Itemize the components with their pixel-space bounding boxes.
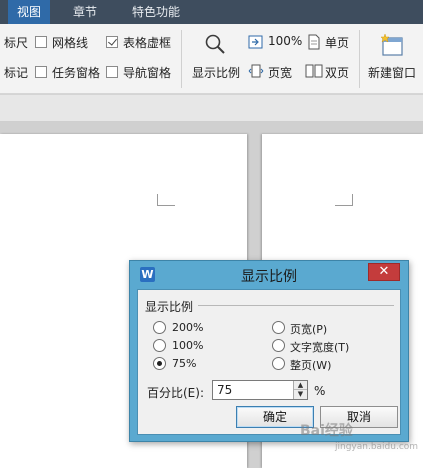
new-window-icon[interactable] — [379, 32, 405, 58]
two-page-label[interactable]: 双页 — [325, 64, 349, 81]
radio-whole-page-label[interactable]: 整页(W) — [290, 357, 331, 373]
ribbon-tab-bar: 视图 章节 特色功能 — [0, 0, 423, 24]
radio-75[interactable] — [153, 357, 166, 370]
ribbon-separator — [359, 30, 360, 88]
radio-75-label[interactable]: 75% — [172, 357, 196, 370]
percent-label: 百分比(E): — [147, 386, 204, 400]
radio-200[interactable] — [153, 321, 166, 334]
toolbar-strip — [0, 95, 423, 122]
percent-sign: % — [314, 384, 326, 398]
magnifier-icon[interactable] — [203, 32, 227, 56]
gridlines-checkbox[interactable] — [35, 36, 47, 48]
group-divider — [198, 305, 394, 306]
two-page-icon[interactable] — [305, 64, 323, 78]
radio-page-width-label[interactable]: 页宽(P) — [290, 321, 327, 337]
radio-text-width-label[interactable]: 文字宽度(T) — [290, 339, 349, 355]
percent-input[interactable]: 75 — [217, 383, 232, 397]
ribbon-separator — [181, 30, 182, 88]
percent-stepper[interactable]: 75 ▲ ▼ — [212, 380, 308, 400]
tab-view[interactable]: 视图 — [8, 0, 50, 24]
margin-corner-mark — [157, 194, 175, 206]
new-window-label[interactable]: 新建窗口 — [368, 64, 416, 81]
radio-page-width[interactable] — [272, 321, 285, 334]
single-page-icon[interactable] — [307, 34, 321, 50]
stepper-up-icon[interactable]: ▲ — [294, 381, 307, 390]
zoom-100-label[interactable]: 100% — [268, 34, 302, 48]
single-page-label[interactable]: 单页 — [325, 34, 349, 51]
tab-chapter[interactable]: 章节 — [62, 0, 108, 24]
ruler-label[interactable]: 标尺 — [4, 34, 28, 51]
stepper-down-icon[interactable]: ▼ — [294, 390, 307, 399]
table-gridlines-label[interactable]: 表格虚框 — [123, 34, 171, 51]
page-width-label[interactable]: 页宽 — [268, 64, 292, 81]
task-pane-checkbox[interactable] — [35, 66, 47, 78]
page-width-icon[interactable] — [248, 64, 264, 78]
radio-100[interactable] — [153, 339, 166, 352]
dialog-title-bar[interactable]: W 显示比例 ✕ — [130, 261, 408, 287]
table-gridlines-checkbox[interactable] — [106, 36, 118, 48]
ribbon-panel: 标尺 网格线 表格虚框 标记 任务窗格 导航窗格 显示比例 100% 单页 页宽… — [0, 24, 423, 94]
nav-pane-label[interactable]: 导航窗格 — [123, 64, 171, 81]
radio-text-width[interactable] — [272, 339, 285, 352]
radio-whole-page[interactable] — [272, 357, 285, 370]
radio-100-label[interactable]: 100% — [172, 339, 203, 352]
marks-label[interactable]: 标记 — [4, 64, 28, 81]
zoom-dialog: W 显示比例 ✕ 显示比例 200% 100% 75% 页宽(P) 文字宽度(T… — [129, 260, 409, 442]
zoom-100-icon[interactable] — [248, 35, 264, 49]
gridlines-label[interactable]: 网格线 — [52, 34, 88, 51]
zoom-group-label: 显示比例 — [145, 298, 198, 315]
dialog-body: 显示比例 200% 100% 75% 页宽(P) 文字宽度(T) 整页(W) 百… — [137, 289, 401, 435]
nav-pane-checkbox[interactable] — [106, 66, 118, 78]
zoom-button-label[interactable]: 显示比例 — [192, 64, 240, 81]
stepper-buttons: ▲ ▼ — [293, 381, 307, 399]
dialog-title: 显示比例 — [241, 269, 297, 285]
radio-200-label[interactable]: 200% — [172, 321, 203, 334]
tab-special-features[interactable]: 特色功能 — [120, 0, 192, 24]
task-pane-label[interactable]: 任务窗格 — [52, 64, 100, 81]
close-button[interactable]: ✕ — [368, 263, 400, 281]
watermark-logo: Bai经验 — [300, 423, 353, 439]
margin-corner-mark — [335, 194, 353, 206]
watermark-url: jingyan.baidu.com — [335, 442, 419, 452]
